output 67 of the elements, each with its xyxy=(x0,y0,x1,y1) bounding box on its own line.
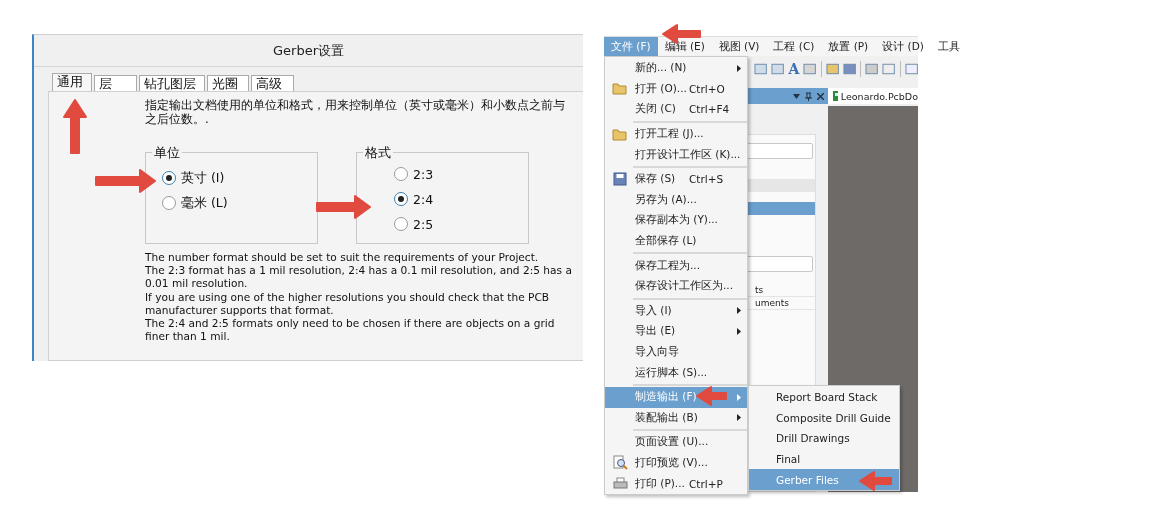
pin-icon[interactable] xyxy=(805,91,812,101)
menu-item[interactable]: 导入 (I) xyxy=(605,300,747,322)
annotation-arrow xyxy=(859,468,893,494)
help-text: The 2:3 format has a 1 mil resolution, 2:4 has a 0.1 mil resolution, and 2:5 has a 0.01 mil resolution. xyxy=(145,264,573,291)
radio-label: 2:3 xyxy=(413,166,434,182)
menu-item[interactable]: 导出 (E) xyxy=(605,321,747,342)
radio-button[interactable] xyxy=(162,171,176,185)
radio-label: 英寸 (I) xyxy=(181,169,225,187)
window-title: Gerber设置 xyxy=(34,35,583,67)
menu-bar-item[interactable]: 放置 (P) xyxy=(821,37,876,56)
menu-item[interactable]: 运行脚本 (S)... xyxy=(605,362,747,383)
menu-item[interactable]: 新的... (N) xyxy=(605,58,747,79)
menu-item[interactable]: 导入向导 xyxy=(605,341,747,363)
document-tab[interactable]: Leonardo.PcbDo xyxy=(828,88,918,104)
radio-button[interactable] xyxy=(394,217,408,231)
menu-item[interactable]: Composite Drill Guide xyxy=(749,407,899,429)
tab[interactable]: 层 xyxy=(94,75,137,91)
panel-row-text: uments xyxy=(755,297,790,309)
panel-row-text: ts xyxy=(755,284,765,296)
menu-bar-item[interactable]: 工具 xyxy=(930,37,967,56)
menu-item[interactable]: Final xyxy=(749,448,899,470)
radio-button[interactable] xyxy=(394,192,408,206)
menu-item[interactable]: 打印 (P)... Ctrl+P xyxy=(605,473,747,494)
menu-item[interactable]: 打开设计工作区 (K)... xyxy=(605,144,747,165)
radio-button[interactable] xyxy=(394,167,408,181)
menu-item[interactable]: 页面设置 (U)... xyxy=(605,432,747,453)
close-icon[interactable] xyxy=(817,92,824,100)
text-tool-icon[interactable]: A xyxy=(788,61,800,77)
menu-item[interactable]: 打开工程 (J)... xyxy=(605,123,747,145)
annotation-arrow xyxy=(696,383,728,409)
menu-bar-item[interactable]: 编辑 (E) xyxy=(657,37,712,56)
menu-item[interactable]: 关闭 (C) Ctrl+F4 xyxy=(605,99,747,120)
help-text: The number format should be set to suit the requirements of your Project. xyxy=(145,251,540,265)
radio-label: 2:5 xyxy=(413,216,434,232)
tab[interactable]: 通用 xyxy=(52,73,92,91)
annotation-arrow xyxy=(94,168,156,194)
menu-item[interactable]: Report Board Stack xyxy=(749,387,899,408)
menu-bar-item[interactable]: 设计 (D) xyxy=(875,37,931,56)
menu-item[interactable]: 保存设计工作区为... xyxy=(605,275,747,297)
menu-item[interactable]: 打开 (O)... Ctrl+O xyxy=(605,78,747,100)
menu-item[interactable]: 保存工程为... xyxy=(605,255,747,276)
annotation-arrow xyxy=(315,194,371,220)
menu-item[interactable]: 保存 (S) Ctrl+S xyxy=(605,168,747,190)
pcb-icon xyxy=(833,91,838,101)
rectangle-tool-icon[interactable] xyxy=(754,62,768,76)
menu-bar-item[interactable]: 视图 (V) xyxy=(711,37,767,56)
help-text: If you are using one of the higher resolutions you should check that the PCB manufacturer supports that format. xyxy=(145,290,551,317)
radio-button[interactable] xyxy=(162,196,176,210)
tab[interactable]: 钻孔图层 xyxy=(139,75,205,91)
tab[interactable]: 光圈 xyxy=(207,75,249,91)
menu-item[interactable]: 打印预览 (V)... xyxy=(605,452,747,474)
menu-bar-item[interactable]: 工程 (C) xyxy=(766,37,822,56)
rectangle-tool-icon[interactable] xyxy=(771,62,785,76)
radio-label: 毫米 (L) xyxy=(181,194,228,212)
menu-item[interactable]: 保存副本为 (Y)... xyxy=(605,210,747,231)
dropdown-caret-icon[interactable] xyxy=(793,93,800,99)
tab[interactable]: 高级 xyxy=(251,75,294,91)
description-text: 指定输出文档使用的单位和格式，用来控制单位（英寸或毫米）和小数点之前与之后位数。. xyxy=(145,98,566,126)
menu-item[interactable]: Drill Drawings xyxy=(749,428,899,449)
menu-item[interactable]: 另存为 (A)... xyxy=(605,189,747,211)
menu-item[interactable]: 全部保存 (L) xyxy=(605,230,747,252)
group-title: 格式 xyxy=(363,144,393,162)
group-title: 单位 xyxy=(152,144,182,162)
radio-label: 2:4 xyxy=(413,191,434,207)
annotation-arrow xyxy=(62,99,88,155)
help-text: The 2:4 and 2:5 formats only need to be chosen if there are objects on a grid finer than 1 mil. xyxy=(145,317,556,344)
menu-item[interactable]: 装配输出 (B) xyxy=(605,407,747,429)
